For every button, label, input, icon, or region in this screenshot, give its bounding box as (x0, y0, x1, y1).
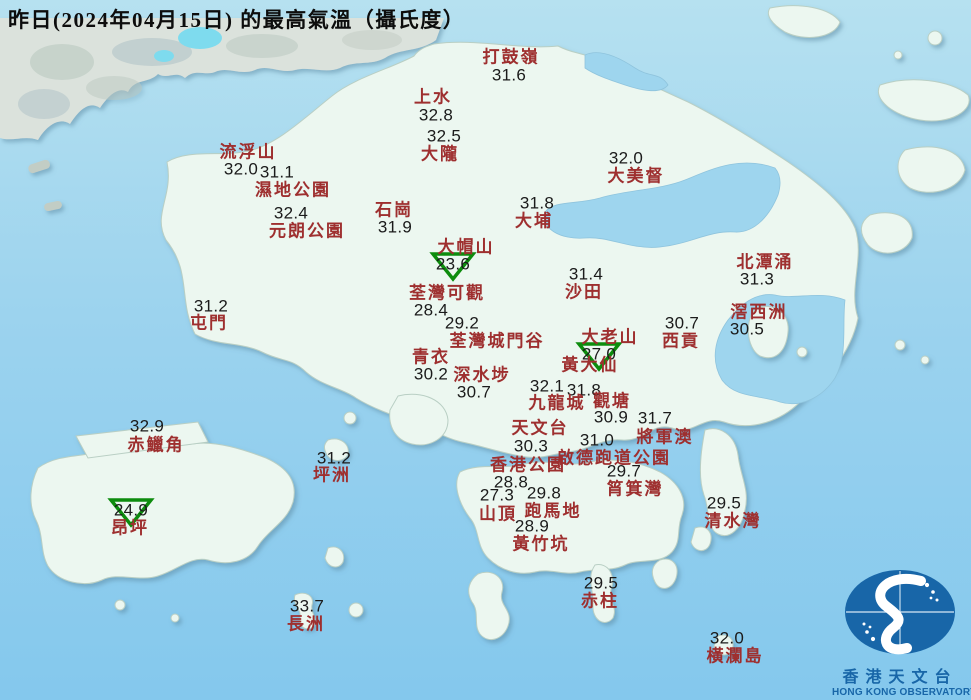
station-name-label: 石崗 (375, 202, 413, 219)
station-name-label: 將軍澳 (637, 429, 694, 446)
station-value: 32.8 (419, 107, 453, 124)
station-value: 29.5 (584, 575, 618, 592)
station-name-label: 赤柱 (581, 593, 619, 610)
station-value: 31.0 (580, 432, 614, 449)
station-name-label: 橫瀾島 (707, 648, 764, 665)
station-value: 29.2 (445, 315, 479, 332)
station-value: 30.7 (457, 384, 491, 401)
station-name-label: 青衣 (412, 349, 450, 366)
station-name-label: 大美督 (608, 168, 665, 185)
station-name-label: 北潭涌 (737, 254, 794, 271)
station-name-label: 香港公園 (490, 457, 566, 474)
station-name-label: 深水埗 (454, 367, 511, 384)
station-value: 33.7 (290, 598, 324, 615)
station-value: 27.3 (480, 487, 514, 504)
station-value: 32.0 (710, 630, 744, 647)
station-value: 32.4 (274, 205, 308, 222)
station-value: 23.6 (436, 256, 470, 273)
station-value: 31.3 (740, 271, 774, 288)
stations-layer: 打鼓嶺31.6上水32.8大隴32.5流浮山32.0濕地公園31.1元朗公園32… (0, 0, 971, 700)
station-name-label: 天文台 (512, 420, 569, 437)
station-name-label: 荃灣可觀 (409, 285, 485, 302)
station-name-label: 坪洲 (313, 467, 351, 484)
station-name-label: 赤鱲角 (128, 437, 185, 454)
station-value: 30.3 (514, 438, 548, 455)
station-name-label: 黃竹坑 (513, 536, 570, 553)
station-value: 31.2 (194, 298, 228, 315)
station-value: 30.9 (594, 409, 628, 426)
station-value: 31.8 (520, 195, 554, 212)
station-name-label: 清水灣 (705, 513, 762, 530)
station-value: 31.9 (378, 219, 412, 236)
station-name-label: 九龍城 (529, 395, 586, 412)
station-value: 31.1 (260, 164, 294, 181)
hko-logo: 香港天文台 HONG KONG OBSERVATORY (832, 567, 968, 698)
station-value: 31.6 (492, 67, 526, 84)
station-value: 32.1 (530, 378, 564, 395)
station-value: 32.5 (427, 128, 461, 145)
station-value: 30.5 (730, 321, 764, 338)
station-name-label: 打鼓嶺 (483, 49, 540, 66)
station-value: 30.2 (414, 366, 448, 383)
station-name-label: 筲箕灣 (607, 481, 664, 498)
station-value: 29.7 (607, 463, 641, 480)
station-name-label: 元朗公園 (269, 223, 345, 240)
map-title: 昨日(2024年04月15日) 的最高氣溫（攝氏度） (8, 4, 465, 34)
station-value: 29.8 (527, 485, 561, 502)
hong-kong-map: 昨日(2024年04月15日) 的最高氣溫（攝氏度） 打鼓嶺31.6 上水32.8… (0, 0, 971, 700)
station-value: 24.9 (114, 502, 148, 519)
station-name-label: 沙田 (565, 284, 603, 301)
hko-logo-name-en: HONG KONG OBSERVATORY (832, 687, 968, 698)
station-value: 31.7 (638, 410, 672, 427)
station-name-label: 長洲 (287, 616, 325, 633)
station-value: 30.7 (665, 315, 699, 332)
hko-logo-icon (839, 567, 961, 657)
station-name-label: 流浮山 (220, 144, 277, 161)
station-name-label: 大帽山 (438, 239, 495, 256)
hko-logo-name-zh: 香港天文台 (832, 663, 968, 687)
station-value: 31.2 (317, 450, 351, 467)
station-value: 32.0 (224, 161, 258, 178)
station-name-label: 屯門 (190, 315, 228, 332)
station-name-label: 濕地公園 (255, 182, 331, 199)
station-value: 28.4 (414, 302, 448, 319)
station-name-label: 黃大仙 (562, 357, 619, 374)
station-value: 28.9 (515, 518, 549, 535)
station-value: 31.4 (569, 266, 603, 283)
station-value: 32.9 (130, 418, 164, 435)
station-name-label: 山頂 (479, 506, 517, 523)
station-name-label: 大老山 (582, 329, 639, 346)
station-name-label: 滘西洲 (731, 304, 788, 321)
station-name-label: 大埔 (515, 213, 553, 230)
station-value: 32.0 (609, 150, 643, 167)
station-name-label: 西貢 (662, 333, 700, 350)
station-name-label: 昂坪 (111, 520, 149, 537)
station-name-label: 荃灣城門谷 (450, 333, 545, 350)
station-name-label: 上水 (414, 89, 452, 106)
station-name-label: 大隴 (421, 146, 459, 163)
station-value: 29.5 (707, 495, 741, 512)
